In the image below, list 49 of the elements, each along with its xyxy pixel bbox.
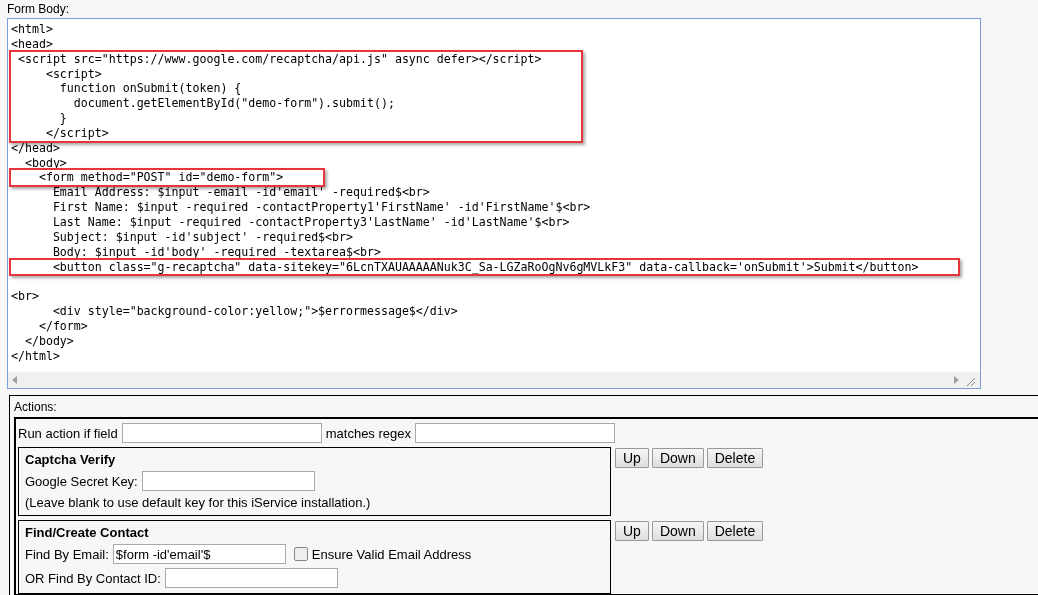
down-button[interactable]: Down xyxy=(651,521,704,541)
code-line: <script> xyxy=(44,66,103,82)
action-title: Find/Create Contact xyxy=(25,525,150,540)
scroll-left-icon[interactable] xyxy=(12,376,17,384)
input-field[interactable] xyxy=(415,423,615,443)
field-label: matches regex xyxy=(325,425,411,441)
code-line: <div style="background-color:yellow;">$errormessage$</div> xyxy=(51,304,458,319)
code-editor[interactable] xyxy=(7,18,981,389)
field-label: Google Secret Key: xyxy=(25,473,138,489)
actions-label: Actions: xyxy=(14,400,58,414)
input-field[interactable] xyxy=(121,423,322,443)
code-line: Subject: $input -id'subject' -required$<br> xyxy=(51,229,355,245)
hint-text: (Leave blank to use default key for this iService installation.) xyxy=(25,495,372,510)
up-button[interactable]: Up xyxy=(615,521,649,541)
up-button[interactable]: Up xyxy=(615,448,649,468)
field-label: Run action if field xyxy=(18,425,118,441)
code-line: </script> xyxy=(44,125,110,141)
form-body-label: Form Body: xyxy=(7,2,70,16)
code-line: Last Name: $input -required -contactProperty3'LastName' -id'LastName'$<br> xyxy=(51,214,571,230)
code-line: </body> xyxy=(23,333,75,349)
field-label: Find By Email: xyxy=(25,546,109,562)
code-line: } xyxy=(58,111,68,126)
input-field[interactable]: $form -id'email'$ xyxy=(112,544,286,564)
code-line: Email Address: $input -email -id'email' -required$<br> xyxy=(51,185,431,201)
code-line: </html> xyxy=(11,348,61,364)
code-line: function onSubmit(token) { xyxy=(58,81,243,97)
checkbox-label: Ensure Valid Email Address xyxy=(311,546,472,562)
code-line: <br> xyxy=(11,289,40,305)
field-label: OR Find By Contact ID: xyxy=(25,570,161,586)
code-line: </form> xyxy=(37,318,89,334)
code-line: <body> xyxy=(23,155,67,171)
code-line: <html> xyxy=(11,22,53,37)
delete-button[interactable]: Delete xyxy=(706,448,764,468)
input-field[interactable] xyxy=(141,471,315,491)
code-line: Body: $input -id'body' -required -textarea$<br> xyxy=(51,244,382,260)
code-line: <form method="POST" id="demo-form"> xyxy=(37,170,284,186)
code-line: First Name: $input -required -contactProperty1'FirstName' -id'FirstName'$<br> xyxy=(51,200,591,215)
checkbox[interactable] xyxy=(293,547,308,561)
code-line: </head> xyxy=(11,140,61,156)
code-line: <button class="g-recaptcha" data-sitekey="6LcnTXAUAAAAANuk3C_Sa-LGZaRoOgNv6gMVLkF3" data-callback='onSubmit'>Submit</button> xyxy=(51,259,919,275)
delete-button[interactable]: Delete xyxy=(706,521,764,541)
code-line: document.getElementById("demo-form").submit(); xyxy=(72,96,396,112)
action-title: Captcha Verify xyxy=(25,452,117,467)
code-line: <script src="https://www.google.com/recaptcha/api.js" async defer></script> xyxy=(16,51,542,67)
code-line: <head> xyxy=(11,36,53,52)
input-field[interactable] xyxy=(164,568,338,588)
scroll-right-icon[interactable] xyxy=(954,373,976,387)
down-button[interactable]: Down xyxy=(651,448,704,468)
horizontal-scrollbar[interactable] xyxy=(8,372,980,388)
